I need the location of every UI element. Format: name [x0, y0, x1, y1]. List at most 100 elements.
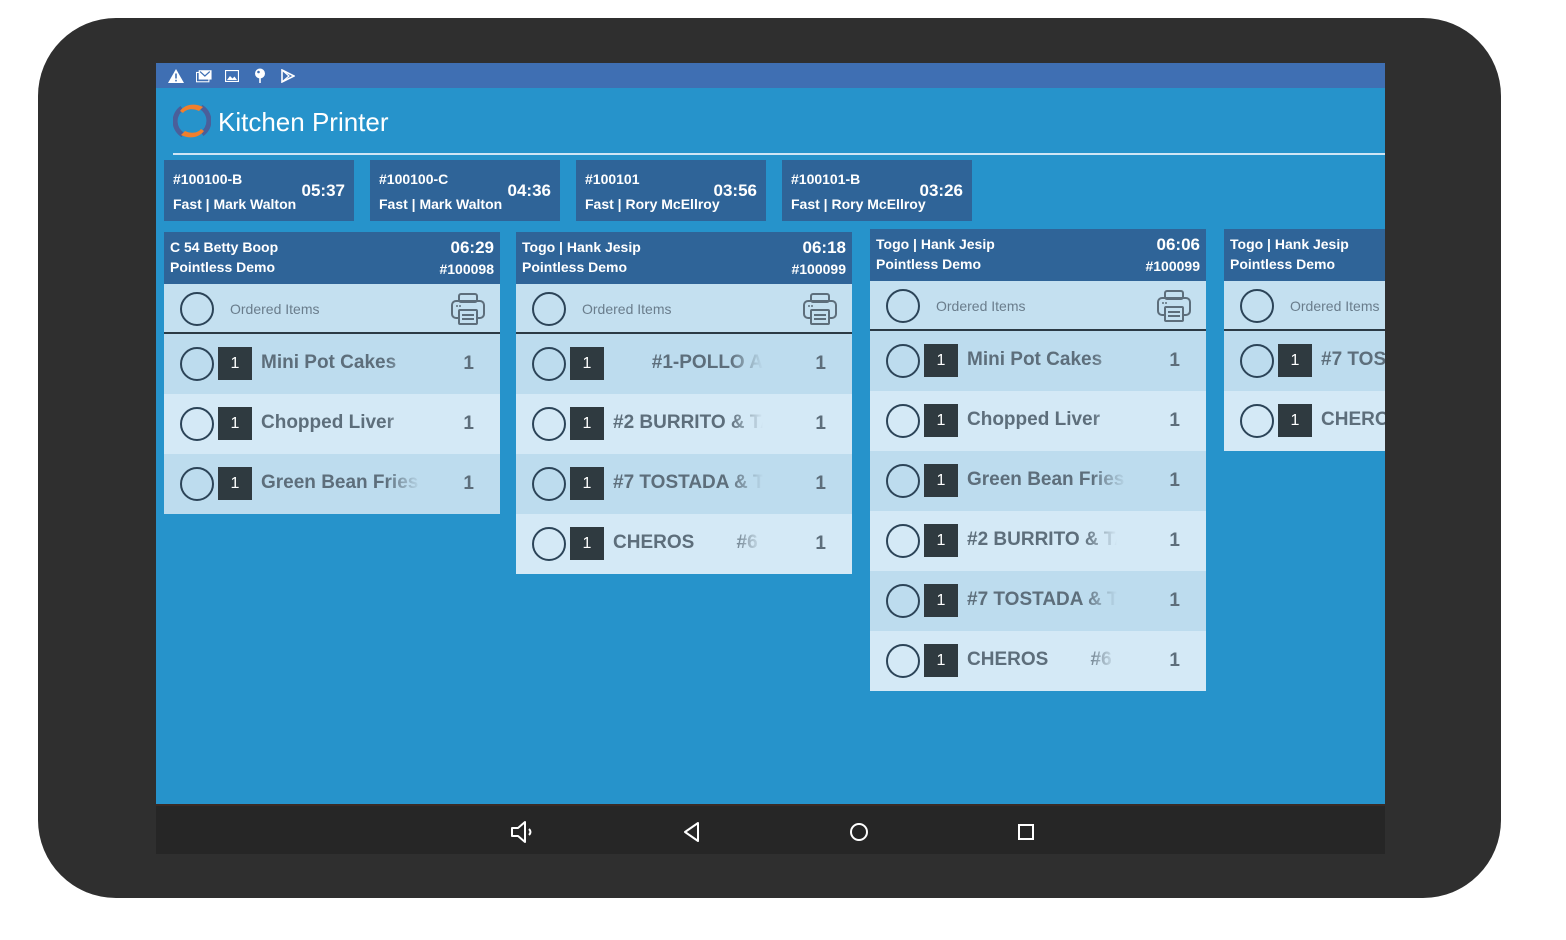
order-item[interactable]: 1 Green Bean Fries 1	[164, 454, 500, 514]
item-checkbox[interactable]	[1240, 344, 1274, 378]
home-icon[interactable]	[845, 818, 873, 846]
order-header[interactable]: Togo | Hank Jesip Pointless Demo	[1224, 229, 1385, 281]
ticket-card[interactable]: #100100-C Fast | Mark Walton 04:36	[370, 160, 560, 221]
ticket-id: #100101-B	[791, 171, 861, 187]
order-header[interactable]: C 54 Betty Boop Pointless Demo 06:29 #10…	[164, 232, 500, 284]
item-quantity-badge: 1	[924, 464, 958, 497]
printer-icon[interactable]	[802, 292, 838, 326]
order-item[interactable]: 1 #7 TOSTADA & TA 1	[870, 571, 1206, 631]
back-icon[interactable]	[678, 818, 706, 846]
select-all-checkbox[interactable]	[1240, 289, 1274, 323]
item-quantity-badge: 1	[218, 347, 252, 380]
select-all-checkbox[interactable]	[886, 289, 920, 323]
order-location: Pointless Demo	[522, 259, 628, 275]
order-location: Pointless Demo	[876, 256, 982, 272]
order-location: Pointless Demo	[1230, 256, 1336, 272]
item-checkbox[interactable]	[180, 347, 214, 381]
item-name: #7 TOSTADA & TA	[613, 472, 763, 493]
item-checkbox[interactable]	[886, 404, 920, 438]
ticket-subtitle: Fast | Mark Walton	[173, 196, 297, 212]
order-item[interactable]: 1 #1-POLLO A 1	[516, 334, 852, 394]
app-bar: Kitchen Printer	[156, 88, 1385, 155]
ticket-timer: 04:36	[507, 181, 551, 200]
printer-icon[interactable]	[1156, 289, 1192, 323]
ticket-id: #100101	[585, 171, 640, 187]
order-items: 1 #1-POLLO A 1 1 #2 BURRITO & TAC 1 1 #7…	[516, 334, 852, 574]
item-quantity: 1	[1169, 530, 1180, 551]
ordered-items-label: Ordered Items	[936, 298, 1026, 314]
item-quantity-badge: 1	[1278, 404, 1312, 437]
item-quantity-badge: 1	[924, 344, 958, 377]
order-item[interactable]: 1 CHEROS #6 ( 1	[870, 631, 1206, 691]
order-item[interactable]: 1 Chopped Liver 1	[870, 391, 1206, 451]
item-quantity-badge: 1	[570, 347, 604, 380]
order-item[interactable]: 1 CHEROS #6 ( 1	[516, 514, 852, 574]
item-checkbox[interactable]	[532, 527, 566, 561]
item-name: Mini Pot Cakes	[261, 352, 397, 373]
order-items: 1 Mini Pot Cakes 1 1 Chopped Liver 1 1 G…	[164, 334, 500, 514]
ticket-timer: 05:37	[301, 181, 345, 200]
order-item[interactable]: 1 Mini Pot Cakes 1	[164, 334, 500, 394]
order-item[interactable]: 1 #2 BURRITO & TAC 1	[870, 511, 1206, 571]
play-store-icon	[280, 68, 296, 83]
item-checkbox[interactable]	[180, 407, 214, 441]
item-quantity-badge: 1	[218, 467, 252, 500]
item-quantity: 1	[815, 473, 826, 494]
order-number: #100098	[439, 261, 494, 277]
item-quantity-badge: 1	[924, 644, 958, 677]
item-quantity: 1	[463, 473, 474, 494]
ordered-items-label: Ordered Items	[230, 301, 320, 317]
ticket-id: #100100-B	[173, 171, 243, 187]
item-quantity: 1	[1169, 410, 1180, 431]
order-item[interactable]: 1 Green Bean Fries 1	[870, 451, 1206, 511]
select-all-checkbox[interactable]	[532, 292, 566, 326]
item-checkbox[interactable]	[532, 347, 566, 381]
item-checkbox[interactable]	[180, 467, 214, 501]
order-item[interactable]: 1 Chopped Liver 1	[164, 394, 500, 454]
volume-icon[interactable]	[509, 818, 537, 846]
item-checkbox[interactable]	[886, 464, 920, 498]
order-customer: C 54 Betty Boop	[170, 239, 279, 255]
ticket-card[interactable]: #100101-B Fast | Rory McEllroy 03:26	[782, 160, 972, 221]
select-all-checkbox[interactable]	[180, 292, 214, 326]
order-card: Togo | Hank Jesip Pointless Demo Ordered…	[1224, 229, 1385, 451]
ticket-card[interactable]: #100101 Fast | Rory McEllroy 03:56	[576, 160, 766, 221]
order-item[interactable]: 1 #2 BURRITO & TAC 1	[516, 394, 852, 454]
item-name: Green Bean Fries	[967, 469, 1125, 490]
item-checkbox[interactable]	[886, 644, 920, 678]
recents-icon[interactable]	[1012, 818, 1040, 846]
order-number: #100099	[791, 261, 846, 277]
order-header[interactable]: Togo | Hank Jesip Pointless Demo 06:06 #…	[870, 229, 1206, 281]
order-item[interactable]: 1 CHEROS	[1224, 391, 1385, 451]
order-timer: 06:29	[450, 238, 494, 257]
ticket-card[interactable]: #100100-B Fast | Mark Walton 05:37	[164, 160, 354, 221]
order-items: 1 Mini Pot Cakes 1 1 Chopped Liver 1 1 G…	[870, 331, 1206, 691]
order-item[interactable]: 1 #7 TOSTADA & TA 1	[516, 454, 852, 514]
ticket-subtitle: Fast | Rory McEllroy	[791, 196, 926, 212]
order-customer: Togo | Hank Jesip	[876, 236, 995, 252]
item-checkbox[interactable]	[532, 467, 566, 501]
order-customer: Togo | Hank Jesip	[1230, 236, 1349, 252]
ticket-queue: #100100-B Fast | Mark Walton 05:37 #1001…	[164, 160, 972, 221]
printer-icon[interactable]	[450, 292, 486, 326]
item-quantity-badge: 1	[924, 584, 958, 617]
order-header[interactable]: Togo | Hank Jesip Pointless Demo 06:18 #…	[516, 232, 852, 284]
item-checkbox[interactable]	[886, 524, 920, 558]
item-quantity-badge: 1	[924, 524, 958, 557]
order-card: C 54 Betty Boop Pointless Demo 06:29 #10…	[164, 232, 500, 514]
item-name: Chopped Liver	[261, 412, 395, 433]
item-checkbox[interactable]	[1240, 404, 1274, 438]
item-quantity: 1	[815, 533, 826, 554]
order-item[interactable]: 1 #7 TOS	[1224, 331, 1385, 391]
ticket-timer: 03:26	[919, 181, 963, 200]
ordered-items-label: Ordered Items	[582, 301, 672, 317]
item-checkbox[interactable]	[886, 344, 920, 378]
item-checkbox[interactable]	[532, 407, 566, 441]
order-card: Togo | Hank Jesip Pointless Demo 06:18 #…	[516, 232, 852, 574]
order-items: 1 #7 TOS 1 CHEROS	[1224, 331, 1385, 451]
item-quantity-badge: 1	[218, 407, 252, 440]
item-checkbox[interactable]	[886, 584, 920, 618]
item-quantity: 1	[1169, 650, 1180, 671]
order-item[interactable]: 1 Mini Pot Cakes 1	[870, 331, 1206, 391]
item-quantity-badge: 1	[924, 404, 958, 437]
